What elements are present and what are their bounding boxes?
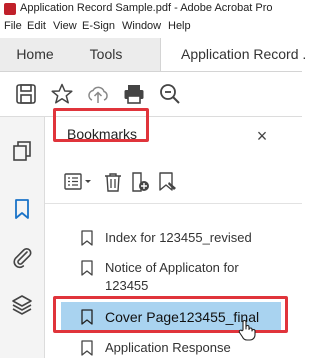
bookmarks-panel: Bookmarks × Index for 123455_revised Not… (45, 108, 302, 358)
new-bookmark-icon[interactable] (129, 171, 151, 193)
bookmark-label: Notice of Applicaton for 123455 (105, 260, 239, 293)
upload-icon[interactable] (86, 82, 110, 106)
options-dropdown-icon[interactable] (63, 171, 93, 193)
menu-bar: File Edit View E-Sign Window Help (0, 18, 302, 36)
toolbar (0, 72, 302, 117)
pages-icon[interactable] (10, 139, 34, 163)
tab-home[interactable]: Home (0, 38, 70, 71)
print-icon[interactable] (122, 82, 146, 106)
delete-icon[interactable] (102, 171, 124, 193)
tab-tools[interactable]: Tools (70, 38, 142, 71)
bookmark-properties-icon[interactable] (157, 171, 179, 193)
close-panel-button[interactable]: × (251, 125, 273, 147)
attachment-icon[interactable] (10, 245, 34, 269)
bookmark-label: Application Response (105, 340, 231, 355)
bookmark-icon (81, 340, 93, 356)
star-icon[interactable] (50, 82, 74, 106)
tab-bar: Home Tools Application Record . (0, 38, 306, 72)
bookmarks-panel-header: Bookmarks × (45, 108, 302, 161)
window-title: Application Record Sample.pdf - Adobe Ac… (20, 2, 273, 14)
layers-icon[interactable] (10, 293, 34, 317)
menu-esign[interactable]: E-Sign (82, 20, 115, 32)
hand-cursor-icon (238, 320, 256, 341)
bookmark-icon (81, 260, 93, 276)
menu-edit[interactable]: Edit (27, 20, 46, 32)
acrobat-app-icon (4, 3, 16, 15)
bookmark-label: Index for 123455_revised (105, 230, 252, 245)
tab-document[interactable]: Application Record . (160, 38, 306, 71)
navigation-rail (0, 117, 45, 358)
menu-file[interactable]: File (4, 20, 22, 32)
menu-view[interactable]: View (53, 20, 77, 32)
title-bar: Application Record Sample.pdf - Adobe Ac… (0, 0, 302, 18)
menu-window[interactable]: Window (122, 20, 161, 32)
bookmark-icon[interactable] (10, 197, 34, 221)
save-icon[interactable] (14, 82, 38, 106)
bookmarks-toolbar (45, 165, 302, 204)
bookmarks-title: Bookmarks (67, 126, 138, 142)
bookmark-icon (81, 230, 93, 246)
menu-help[interactable]: Help (168, 20, 191, 32)
zoom-icon[interactable] (158, 82, 182, 106)
